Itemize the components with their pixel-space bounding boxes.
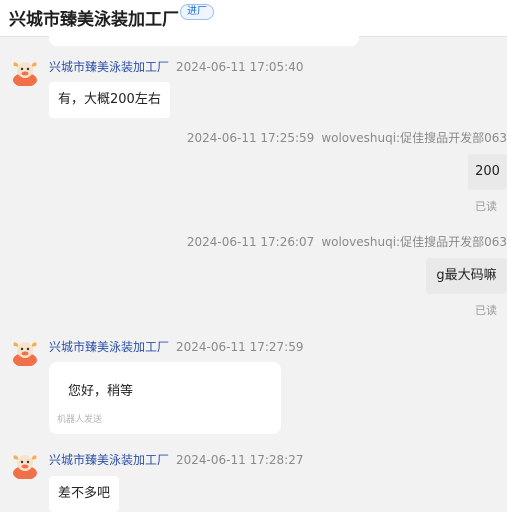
cow-mascot-icon[interactable]: [11, 451, 39, 479]
outgoing-message-bubble[interactable]: 200: [468, 154, 507, 190]
read-status: 已读: [475, 304, 497, 317]
sender-name[interactable]: 兴城市臻美泳装加工厂: [49, 453, 169, 467]
robot-sent-note: 机器人发送: [57, 415, 103, 425]
cow-mascot-icon[interactable]: [11, 58, 39, 86]
message-time: 2024-06-11 17:05:40: [176, 60, 304, 74]
message-time: 2024-06-11 17:28:27: [176, 453, 304, 467]
agent-name: woloveshuqi:促佳搜品开发部063: [321, 131, 507, 145]
chat-header: 兴城市臻美泳装加工厂 进厂: [0, 0, 507, 37]
cow-mascot-icon[interactable]: [11, 338, 39, 366]
previous-message-bubble: [49, 36, 359, 46]
read-status: 已读: [475, 200, 497, 213]
message-text: 200: [475, 164, 500, 179]
message-text: 差不多吧: [58, 486, 111, 501]
message-text: g最大码嘛: [436, 268, 497, 283]
incoming-message-bubble[interactable]: 差不多吧: [49, 476, 120, 512]
outgoing-message-bubble[interactable]: g最大码嘛: [426, 258, 507, 294]
message-time: 2024-06-11 17:27:59: [176, 340, 304, 354]
message-time: 2024-06-11 17:26:07: [186, 235, 315, 249]
agent-name: woloveshuqi:促佳搜品开发部063: [321, 235, 507, 249]
outgoing-message-meta: 2024-06-11 17:26:07 woloveshuqi:促佳搜品开发部06…: [187, 233, 507, 250]
enter-shop-badge[interactable]: 进厂: [180, 4, 214, 20]
incoming-message-bubble[interactable]: 有，大概200左右: [49, 82, 170, 118]
message-sender-line: 兴城市臻美泳装加工厂 2024-06-11 17:05:40: [49, 58, 303, 75]
message-sender-line: 兴城市臻美泳装加工厂 2024-06-11 17:28:27: [49, 451, 303, 468]
sender-name[interactable]: 兴城市臻美泳装加工厂: [49, 60, 169, 74]
message-time: 2024-06-11 17:25:59: [186, 131, 315, 145]
shop-name[interactable]: 兴城市臻美泳装加工厂: [9, 5, 179, 30]
sender-name[interactable]: 兴城市臻美泳装加工厂: [49, 340, 169, 354]
outgoing-message-meta: 2024-06-11 17:25:59 woloveshuqi:促佳搜品开发部06…: [187, 129, 507, 146]
message-sender-line: 兴城市臻美泳装加工厂 2024-06-11 17:27:59: [49, 338, 303, 355]
message-text: 有，大概200左右: [58, 92, 161, 107]
message-text: 您好，稍等: [68, 384, 134, 399]
incoming-message-bubble[interactable]: 您好，稍等 机器人发送: [49, 362, 281, 434]
